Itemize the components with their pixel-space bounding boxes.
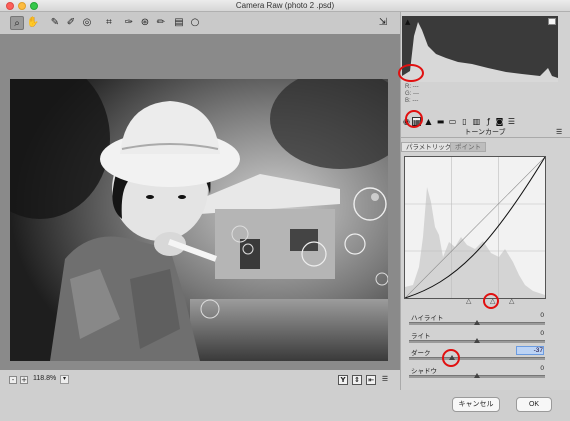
b-value: --- [412,98,419,104]
slider-value-highlights[interactable]: 0 [516,312,544,319]
zoom-dropdown[interactable]: ▾ [60,375,69,384]
panel-tabs: ◉ ▦ ▲ ▬ ▭ ▯ ▥ ƒ ◙ ☰ [400,115,570,127]
cancel-button[interactable]: キャンセル [452,397,500,412]
preview-area [0,34,400,370]
slider-value-shadows[interactable]: 0 [516,365,544,372]
hsl-tab-icon[interactable]: ▬ [436,117,445,126]
histogram [402,16,558,82]
panel-section-title: トーンカーブ [400,127,570,138]
presets-tab-icon[interactable]: ☰ [507,117,516,126]
tab-parametric[interactable]: パラメトリック [401,142,457,152]
window-title: Camera Raw (photo 2 .psd) [235,1,335,10]
slider-thumb-shadows[interactable] [474,373,480,378]
slider-value-lights[interactable]: 0 [516,330,544,337]
panel-menu-icon[interactable]: ☰ [556,128,562,136]
slider-thumb-lights[interactable] [474,338,480,343]
annotation-ring-tone-curve-tab [405,110,423,128]
rgb-readout: R: --- G: --- B: --- [405,84,419,105]
radial-filter-icon[interactable]: ○ [188,16,202,30]
slider-label-darks: ダーク [411,350,431,357]
shadow-clipping-icon[interactable]: ▲ [405,18,410,26]
zoom-out-button[interactable]: - [9,376,17,384]
white-balance-icon[interactable]: ✎ [48,16,62,30]
r-label: R: [405,84,411,90]
zoom-level: 118.8% [33,375,57,382]
split-toning-tab-icon[interactable]: ▭ [448,117,457,126]
preview-statusbar: - + 118.8% ▾ Y ⇕ ⇤ ☰ [0,370,400,390]
split-handle-light-highlight[interactable]: △ [509,297,514,305]
r-value: --- [412,84,419,90]
slider-track-darks[interactable] [409,357,545,360]
b-label: B: [405,98,411,104]
photo-preview[interactable] [10,79,388,361]
target-adjust-icon[interactable]: ◎ [80,16,94,30]
graduated-filter-icon[interactable]: ▤ [172,16,186,30]
before-after-toggle[interactable]: Y [338,375,348,385]
hand-icon[interactable]: ✋ [26,16,40,30]
spot-removal-icon[interactable]: ✑ [122,16,136,30]
slider-label-lights: ライト [411,333,431,340]
annotation-ring-split-handle [483,293,499,309]
slider-label-shadows: シャドウ [411,368,437,375]
slider-value-darks[interactable]: -37 [516,346,544,355]
open-preferences-icon[interactable]: ⇲ [376,16,390,30]
color-sampler-icon[interactable]: ✐ [64,16,78,30]
title-bar: Camera Raw (photo 2 .psd) [0,0,570,12]
slider-thumb-highlights[interactable] [474,320,480,325]
zoom-in-button[interactable]: + [20,376,28,384]
toolbar: ⌕ ✋ ✎ ✐ ◎ ⌗ ✑ ⊛ ✏ ▤ ○ ⇲ [0,12,400,34]
copy-settings-icon[interactable]: ⇤ [366,375,376,385]
crop-icon[interactable]: ⌗ [102,16,116,30]
preview-settings-icon[interactable]: ☰ [380,375,390,385]
camera-calibration-tab-icon[interactable]: ◙ [495,117,504,126]
highlight-clipping-icon[interactable] [548,18,556,25]
brush-icon[interactable]: ✏ [154,16,168,30]
g-value: --- [413,91,420,97]
lens-tab-icon[interactable]: ▯ [460,117,469,126]
g-label: G: [405,91,412,97]
effects-tab-icon[interactable]: ▥ [472,117,481,126]
zoom-icon[interactable]: ⌕ [10,16,24,30]
fx-tab-icon[interactable]: ƒ [484,117,493,126]
annotation-ring-histogram [398,64,424,82]
ok-button[interactable]: OK [516,397,552,412]
swap-settings-icon[interactable]: ⇕ [352,375,362,385]
red-eye-icon[interactable]: ⊛ [138,16,152,30]
annotation-ring-dark-slider [442,349,460,367]
tab-point[interactable]: ポイント [450,142,486,152]
split-handle-shadow-dark[interactable]: △ [466,297,471,305]
slider-label-highlights: ハイライト [411,315,444,322]
tone-curve-graph[interactable] [404,156,546,299]
detail-tab-icon[interactable]: ▲ [424,117,433,126]
